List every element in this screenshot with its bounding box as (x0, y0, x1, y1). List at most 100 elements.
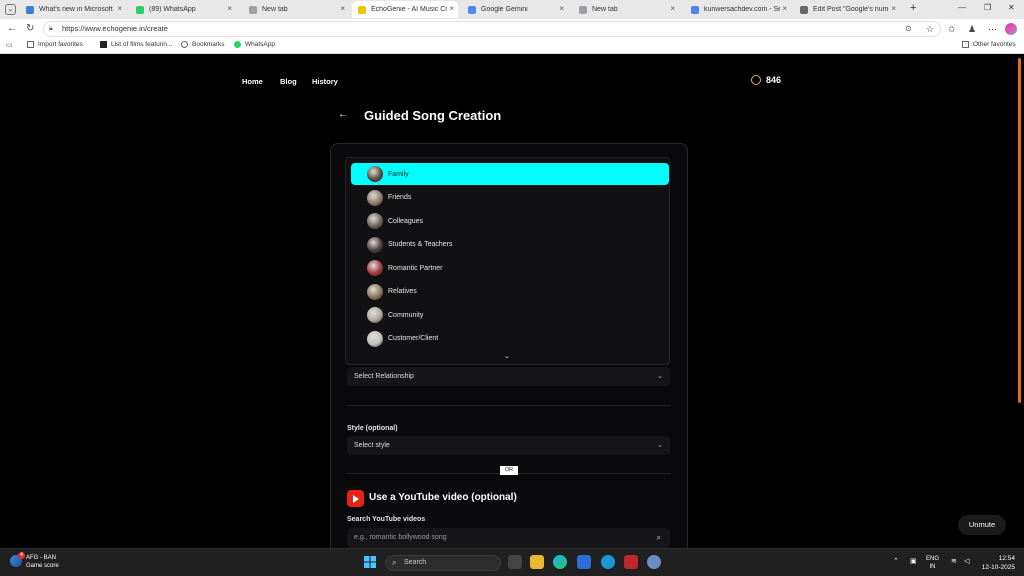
browser-tab[interactable]: kunwersachdev.com - Sear × (685, 1, 791, 18)
youtube-search-placeholder: e.g., romantic bollywood song (354, 534, 447, 541)
taskbar-search[interactable]: ⌕ Search (385, 555, 501, 571)
relationship-option[interactable]: Romantic Partner (351, 257, 669, 279)
nav-blog[interactable]: Blog (280, 77, 297, 86)
collections-icon[interactable]: ✩ (948, 23, 956, 35)
extensions-icon[interactable]: ♟ (968, 23, 976, 35)
reader-icon[interactable]: ⊙ (905, 23, 912, 35)
tab-label: Edit Post "Google's num+1 (813, 6, 889, 13)
style-select-value: Select style (354, 442, 390, 449)
browser-tab-strip: ⌄ What's new in Microsoft Ed × (89) WhatsA… (0, 0, 1024, 19)
relationship-option-label: Students & Teachers (388, 241, 453, 248)
close-tab-icon[interactable]: × (227, 4, 232, 13)
windows-start-icon[interactable] (363, 555, 377, 569)
relationship-option-label: Family (388, 170, 409, 178)
wifi-icon[interactable]: ≋ (951, 557, 957, 565)
tab-favicon-icon (136, 5, 144, 14)
bookmark-films[interactable]: List of films featurin... (100, 41, 172, 48)
restore-icon[interactable]: ❐ (984, 3, 991, 12)
search-icon[interactable]: ⌕ (657, 528, 661, 548)
style-select[interactable]: Select style ⌄ (347, 436, 670, 455)
language-line-1: ENG (926, 556, 940, 562)
clock-date: 12-10-2025 (981, 564, 1015, 571)
tab-actions-icon[interactable]: ⌄ (5, 4, 16, 15)
page-scrollbar[interactable] (1018, 58, 1021, 403)
tab-favicon-icon (358, 5, 366, 14)
relationship-option-label: Romantic Partner (388, 264, 443, 272)
back-arrow-icon[interactable]: ← (7, 23, 17, 35)
relationship-option-label: Community (388, 311, 424, 319)
close-tab-icon[interactable]: × (340, 4, 345, 13)
refresh-icon[interactable]: ↻ (26, 23, 34, 35)
minimize-icon[interactable]: — (958, 3, 966, 12)
close-tab-icon[interactable]: × (117, 4, 122, 13)
relationship-option[interactable]: Colleagues (351, 210, 669, 232)
relationship-option[interactable]: Customer/Client (351, 328, 669, 350)
youtube-search-label: Search YouTube videos (347, 516, 426, 523)
browser-tab[interactable]: New tab × (573, 1, 679, 18)
system-clock[interactable]: 12:54 12-10-2025 (975, 554, 1015, 572)
bookmark-bookmarks[interactable]: Bookmarks (181, 41, 225, 48)
relationship-select-value: Select Relationship (354, 373, 414, 380)
relationship-option[interactable]: Relatives (351, 281, 669, 303)
relationship-option[interactable]: Friends (351, 187, 669, 209)
widgets-weather[interactable]: 4 AFG - BAN Game score (10, 552, 59, 570)
search-icon: ⌕ (392, 558, 397, 567)
nav-history[interactable]: History (312, 77, 338, 86)
favorite-star-icon[interactable]: ☆ (926, 23, 934, 35)
tab-label: What's new in Microsoft Ed (39, 6, 115, 13)
browser-tab[interactable]: (89) WhatsApp × (130, 1, 236, 18)
tab-label: Google Gemini (481, 6, 528, 13)
back-arrow-icon[interactable]: ← (338, 109, 348, 120)
copilot-icon[interactable] (1005, 23, 1017, 35)
language-line-2: IN (929, 564, 936, 570)
tray-display-icon[interactable]: ▣ (910, 557, 917, 565)
dropdown-scroll-chevron-icon[interactable]: ⌄ (504, 352, 510, 360)
browser-tab[interactable]: Google Gemini × (462, 1, 568, 18)
task-view-icon[interactable] (508, 555, 522, 569)
browser-tab[interactable]: EchoGenie - AI Music Creat× (352, 1, 458, 18)
tab-label: New tab (262, 6, 288, 13)
page-content: Home Blog History 846 ← Guided Song Crea… (3, 55, 1019, 548)
browser-tab[interactable]: What's new in Microsoft Ed × (20, 1, 126, 18)
youtube-search-input[interactable]: e.g., romantic bollywood song ⌕ (347, 528, 670, 548)
address-bar-row: ← ↻ 🔒︎ https://www.echogenie.in/create ⊙… (0, 19, 1024, 39)
store-icon[interactable] (577, 555, 591, 569)
relationship-option-label: Friends (388, 194, 412, 201)
tab-favicon-icon (691, 5, 699, 14)
reading-list-icon[interactable]: ▭ (6, 41, 13, 49)
relationship-option[interactable]: Students & Teachers (351, 234, 669, 256)
language-indicator[interactable]: ENG IN (926, 555, 939, 571)
edge-icon[interactable] (553, 555, 567, 569)
tab-label: kunwersachdev.com - Sear (704, 6, 780, 13)
mcafee-icon[interactable] (624, 555, 638, 569)
relationship-select[interactable]: Select Relationship ⌄ (347, 367, 670, 386)
taskbar-search-label: Search (404, 559, 427, 566)
nav-home[interactable]: Home (242, 77, 263, 86)
bookmark-whatsapp[interactable]: WhatsApp (234, 41, 275, 48)
new-tab-icon[interactable]: + (910, 2, 916, 14)
close-tab-icon[interactable]: × (670, 4, 675, 13)
or-divider: OR (500, 466, 518, 475)
close-tab-icon[interactable]: × (449, 4, 454, 13)
close-tab-icon[interactable]: × (559, 4, 564, 13)
close-window-icon[interactable]: ✕ (1008, 3, 1015, 12)
file-explorer-icon[interactable] (530, 555, 544, 569)
more-menu-icon[interactable]: ⋯ (988, 23, 997, 35)
coins-icon (751, 75, 761, 85)
close-tab-icon[interactable]: × (891, 4, 896, 13)
browser-tab[interactable]: Edit Post "Google's num+1 × (794, 1, 900, 18)
close-tab-icon[interactable]: × (782, 4, 787, 13)
chrome-like-icon[interactable] (601, 555, 615, 569)
unmute-button[interactable]: Unmute (958, 515, 1006, 535)
other-favorites[interactable]: Other favorites (962, 41, 1016, 48)
settings-gear-icon[interactable] (647, 555, 661, 569)
relationship-avatar (367, 236, 383, 253)
tray-chevron-up-icon[interactable]: ⌃ (893, 557, 899, 565)
browser-tab[interactable]: New tab × (243, 1, 349, 18)
bookmark-import-favorites[interactable]: Import favorites (27, 41, 83, 48)
relationship-option[interactable]: Family (351, 163, 669, 185)
url-field[interactable]: 🔒︎ https://www.echogenie.in/create (43, 21, 941, 37)
clock-time: 12:54 (998, 555, 1015, 562)
volume-icon[interactable]: ◁ (964, 557, 969, 565)
relationship-option[interactable]: Community (351, 304, 669, 326)
